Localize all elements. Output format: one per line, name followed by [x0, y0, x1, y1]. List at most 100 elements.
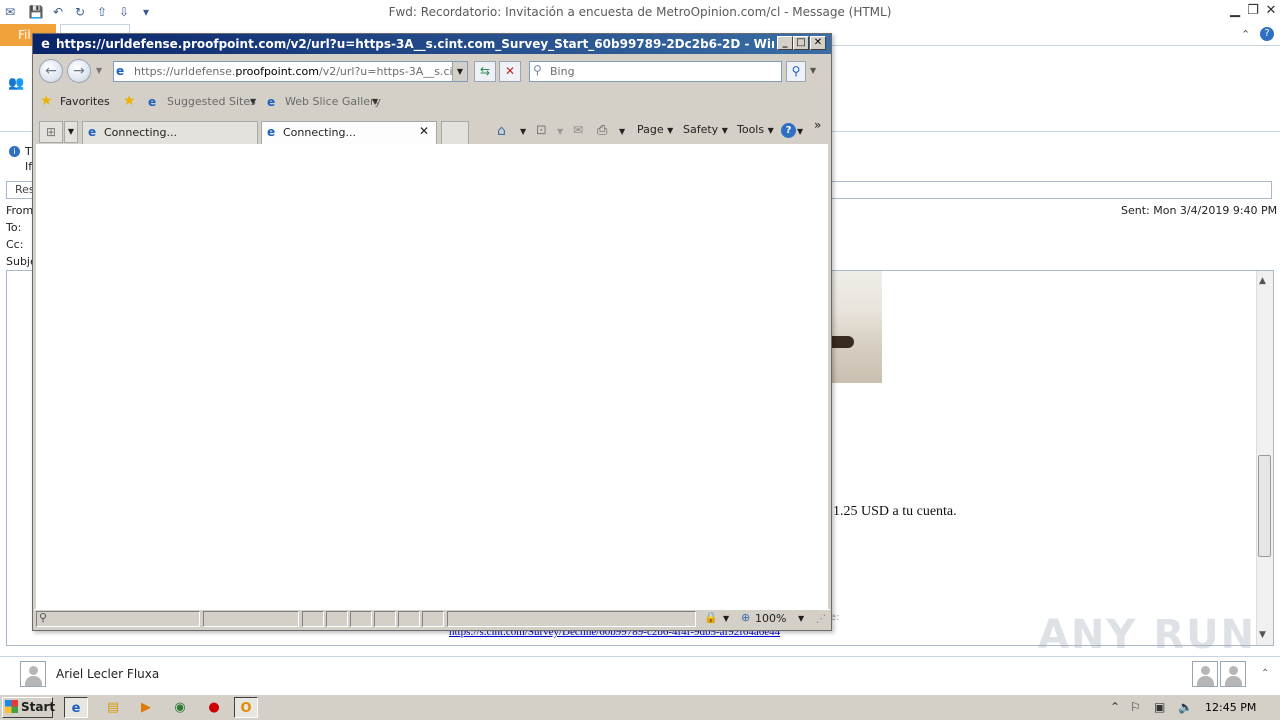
- suggested-sites-icon: e: [148, 95, 157, 109]
- info-line-1: T: [25, 145, 32, 158]
- outlook-close-button[interactable]: ✕: [1262, 2, 1280, 20]
- taskbar-media-player-icon[interactable]: ▶: [134, 697, 158, 718]
- scroll-up-icon[interactable]: ▲: [1259, 276, 1266, 286]
- close-tab-icon[interactable]: ✕: [419, 124, 429, 138]
- email-image-detail: [830, 336, 854, 348]
- volume-icon[interactable]: 🔈: [1178, 700, 1193, 714]
- suggested-sites-button[interactable]: Suggested Sites: [167, 95, 256, 108]
- status-cell-3: [350, 611, 372, 627]
- page-menu[interactable]: Page ▼: [637, 123, 673, 136]
- ribbon-collapse-icon[interactable]: ⌃: [1241, 28, 1250, 41]
- status-cell-1: [302, 611, 324, 627]
- ie-close-button[interactable]: ✕: [810, 36, 826, 50]
- tab-1-label: Connecting...: [104, 126, 177, 139]
- help-menu-icon[interactable]: ?: [781, 123, 796, 138]
- resize-grip-icon[interactable]: ⋰: [816, 614, 826, 625]
- people-icon[interactable]: 👥: [8, 76, 24, 91]
- person-name[interactable]: Ariel Lecler Fluxa: [56, 667, 159, 681]
- taskbar-opera-icon[interactable]: ●: [202, 697, 226, 718]
- email-image: [830, 271, 882, 383]
- tools-menu[interactable]: Tools ▼: [737, 123, 774, 136]
- outlook-restore-button[interactable]: ❐: [1244, 2, 1262, 20]
- protected-mode-dropdown-icon[interactable]: ▼: [723, 614, 729, 623]
- print-dropdown-icon[interactable]: ▼: [619, 127, 625, 136]
- tab-list-icon[interactable]: ▼: [64, 121, 78, 143]
- action-center-icon[interactable]: ⚐: [1130, 700, 1141, 714]
- safety-menu[interactable]: Safety ▼: [683, 123, 728, 136]
- search-icon[interactable]: ⚲: [786, 61, 806, 82]
- people-pane: [0, 656, 1280, 692]
- to-label: To:: [6, 221, 22, 234]
- suggested-sites-dropdown-icon[interactable]: ▼: [250, 97, 256, 106]
- safety-dropdown-icon: ▼: [721, 126, 728, 135]
- tray-expand-icon[interactable]: ⌃: [1110, 700, 1120, 714]
- taskbar: [0, 694, 1280, 720]
- taskbar-ie-icon[interactable]: e: [64, 697, 88, 718]
- protected-mode-icon[interactable]: 🔒: [704, 611, 718, 624]
- taskbar-explorer-icon[interactable]: ▤: [101, 697, 125, 718]
- people-avatar-1[interactable]: [1192, 661, 1218, 687]
- help-dropdown-icon[interactable]: ▼: [797, 127, 803, 136]
- scroll-down-icon[interactable]: ▼: [1259, 630, 1266, 640]
- favorites-star-icon: ★: [40, 93, 53, 109]
- scrollbar-thumb[interactable]: [1258, 455, 1271, 557]
- status-cell-6: [422, 611, 444, 627]
- tab-2-label: Connecting...: [283, 126, 356, 139]
- sent-date: Sent: Mon 3/4/2019 9:40 PM: [1121, 204, 1278, 217]
- stop-icon[interactable]: ✕: [499, 61, 521, 82]
- zoom-icon: ⊕: [741, 611, 751, 624]
- address-prefix: https://urldefense.: [134, 65, 236, 78]
- taskbar-outlook-icon[interactable]: O: [234, 697, 258, 718]
- new-tab-button[interactable]: [441, 121, 469, 144]
- tab-2-icon: e: [267, 125, 276, 139]
- search-input[interactable]: Bing: [550, 65, 575, 78]
- info-icon: i: [9, 146, 20, 157]
- feeds-icon[interactable]: ⊡: [536, 123, 547, 138]
- status-cell-2: [326, 611, 348, 627]
- web-slice-dropdown-icon[interactable]: ▼: [372, 97, 378, 106]
- address-domain: proofpoint.com: [235, 65, 319, 78]
- windows-flag-icon: [5, 700, 18, 713]
- status-cell-5: [398, 611, 420, 627]
- taskbar-chrome-icon[interactable]: ◉: [168, 697, 192, 718]
- read-mail-icon[interactable]: ✉: [573, 123, 583, 137]
- progress-cell: [203, 611, 299, 627]
- cc-label: Cc:: [6, 238, 24, 251]
- feeds-dropdown-icon[interactable]: ▼: [557, 127, 563, 136]
- safety-menu-label: Safety: [683, 123, 719, 136]
- outlook-window-title: Fwd: Recordatorio: Invitación a encuesta…: [388, 5, 892, 19]
- help-icon[interactable]: ?: [1260, 27, 1274, 41]
- zoom-level[interactable]: 100%: [755, 612, 786, 625]
- home-icon[interactable]: ⌂: [497, 123, 506, 139]
- history-dropdown-icon[interactable]: ▼: [96, 66, 102, 75]
- compatibility-icon[interactable]: ⇆: [474, 61, 496, 82]
- address-text[interactable]: https://urldefense.proofpoint.com/v2/url…: [134, 65, 452, 78]
- web-slice-gallery-button[interactable]: Web Slice Gallery: [285, 95, 381, 108]
- address-dropdown-icon[interactable]: ▼: [452, 62, 467, 81]
- clock[interactable]: 12:45 PM: [1205, 701, 1256, 714]
- back-arrow-icon[interactable]: ←: [39, 59, 63, 83]
- ie-minimize-button[interactable]: _: [777, 36, 793, 50]
- network-icon[interactable]: ▣: [1154, 700, 1165, 714]
- anyrun-watermark: ANY RUN: [1038, 612, 1257, 658]
- people-avatar-2[interactable]: [1220, 661, 1246, 687]
- quick-tabs-icon[interactable]: ⊞: [39, 121, 63, 143]
- tools-dropdown-icon: ▼: [767, 126, 774, 135]
- person-avatar[interactable]: [20, 661, 46, 687]
- ie-logo-icon: e: [41, 37, 50, 52]
- add-favorite-icon[interactable]: ★: [123, 93, 136, 109]
- people-pane-toggle-icon[interactable]: ⌃: [1261, 668, 1269, 679]
- print-icon[interactable]: ⎙: [597, 123, 607, 138]
- tab-1-icon: e: [88, 125, 97, 139]
- tools-menu-label: Tools: [737, 123, 765, 136]
- search-options-icon[interactable]: ▼: [810, 66, 816, 75]
- forward-arrow-icon[interactable]: →: [67, 59, 91, 83]
- favorites-button[interactable]: Favorites: [60, 95, 110, 108]
- ie-content-area[interactable]: [36, 144, 828, 609]
- outlook-minimize-button[interactable]: ▁: [1226, 2, 1244, 20]
- zoom-dropdown-icon[interactable]: ▼: [798, 614, 804, 623]
- home-dropdown-icon[interactable]: ▼: [520, 127, 526, 136]
- ie-maximize-button[interactable]: □: [793, 36, 809, 50]
- toolbar-overflow-icon[interactable]: »: [814, 118, 821, 132]
- ie-window-title: https://urldefense.proofpoint.com/v2/url…: [56, 37, 774, 51]
